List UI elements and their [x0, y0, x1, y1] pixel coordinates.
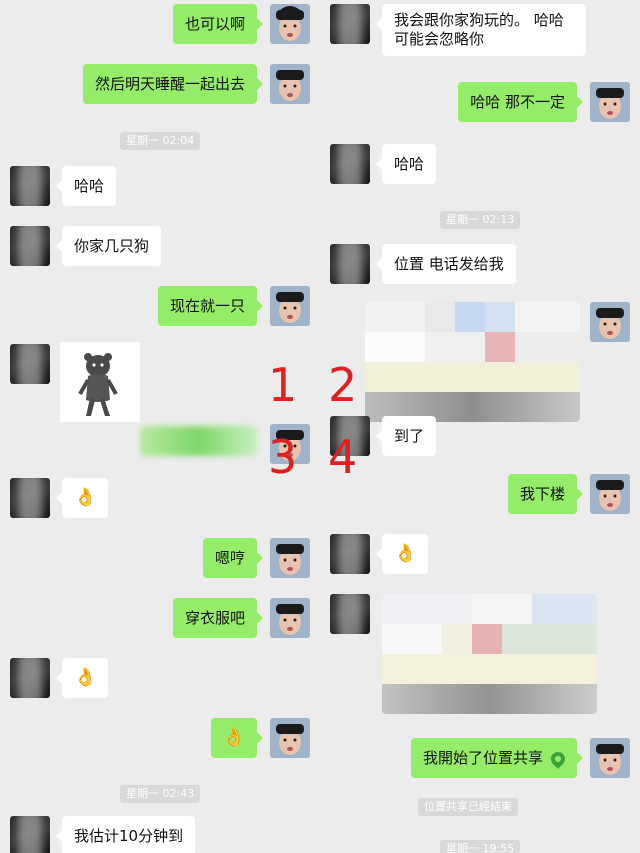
my-avatar[interactable]: [270, 718, 310, 758]
timestamp: 星期一 02:43: [120, 785, 201, 803]
contact-avatar[interactable]: [10, 658, 50, 698]
location-share-label: 我開始了位置共享: [422, 749, 543, 767]
location-share-bubble[interactable]: 我開始了位置共享: [410, 738, 584, 778]
outgoing-message-bubble[interactable]: 然后明天睡醒一起出去: [82, 64, 264, 104]
overlay-number: 4: [328, 430, 358, 484]
face-avatar-icon: [270, 64, 310, 104]
face-avatar-icon: [590, 82, 630, 122]
my-avatar[interactable]: [270, 64, 310, 104]
my-avatar[interactable]: [590, 302, 630, 342]
map-tile: [485, 332, 515, 362]
map-tile: [515, 302, 580, 332]
left-chat-panel: 也可以啊 然后明天睡醒一起出去 星期一 02:04 哈哈 你家几只狗 现在就一只: [0, 0, 320, 853]
outgoing-message-bubble[interactable]: 现在就一只: [157, 286, 264, 326]
face-avatar-icon: [270, 538, 310, 578]
incoming-message-bubble[interactable]: 👌: [55, 658, 109, 698]
incoming-message-bubble[interactable]: 👌: [375, 534, 429, 574]
my-avatar[interactable]: [270, 286, 310, 326]
map-tile: [425, 332, 485, 362]
outgoing-message-bubble[interactable]: 👌: [210, 718, 264, 758]
map-address-bar: [382, 684, 597, 714]
system-notice: 位置共享已經結束: [418, 798, 518, 816]
face-avatar-icon: [590, 302, 630, 342]
map-tile: [425, 302, 455, 332]
my-avatar[interactable]: [270, 4, 310, 44]
map-tile: [442, 624, 472, 654]
incoming-message-bubble[interactable]: 我会跟你家狗玩的。 哈哈可能会忽略你: [376, 4, 586, 56]
contact-avatar[interactable]: [330, 594, 370, 634]
outgoing-message-bubble[interactable]: 穿衣服吧: [172, 598, 264, 638]
contact-avatar[interactable]: [10, 166, 50, 206]
my-avatar[interactable]: [590, 474, 630, 514]
outgoing-message-bubble[interactable]: 哈哈 那不一定: [458, 82, 583, 122]
map-tile: [382, 654, 597, 684]
face-avatar-icon: [590, 738, 630, 778]
contact-avatar[interactable]: [330, 144, 370, 184]
my-avatar[interactable]: [590, 82, 630, 122]
contact-avatar[interactable]: [10, 478, 50, 518]
map-tile: [365, 332, 425, 362]
contact-avatar[interactable]: [10, 816, 50, 853]
redacted-outgoing-bubble: [140, 426, 258, 456]
map-tile: [455, 302, 485, 332]
overlay-number: 3: [268, 430, 298, 484]
map-tile: [382, 594, 472, 624]
map-tile: [365, 362, 580, 392]
map-tile: [472, 624, 502, 654]
outgoing-message-bubble[interactable]: 也可以啊: [172, 4, 264, 44]
location-pin-icon: [548, 748, 568, 769]
face-avatar-icon: [270, 598, 310, 638]
incoming-message-bubble[interactable]: 位置 电话发给我: [376, 244, 516, 284]
contact-avatar[interactable]: [330, 534, 370, 574]
contact-avatar[interactable]: [10, 226, 50, 266]
incoming-message-bubble[interactable]: 哈哈: [375, 144, 437, 184]
contact-avatar[interactable]: [330, 244, 370, 284]
face-avatar-icon: [590, 474, 630, 514]
incoming-message-bubble[interactable]: 哈哈: [55, 166, 117, 206]
map-tile: [485, 302, 515, 332]
outgoing-message-bubble[interactable]: 嗯哼: [202, 538, 264, 578]
contact-avatar[interactable]: [330, 4, 370, 44]
incoming-message-bubble[interactable]: 你家几只狗: [55, 226, 162, 266]
right-chat-panel: 我会跟你家狗玩的。 哈哈可能会忽略你 哈哈 那不一定 哈哈 星期一 02:13 …: [320, 0, 640, 853]
my-avatar[interactable]: [270, 598, 310, 638]
map-tile: [382, 624, 442, 654]
incoming-message-bubble[interactable]: 👌: [55, 478, 109, 518]
timestamp: 星期一 19:55: [440, 840, 521, 853]
my-avatar[interactable]: [590, 738, 630, 778]
timestamp: 星期一 02:13: [440, 211, 521, 229]
location-map-message[interactable]: [365, 302, 580, 422]
cartoon-creature-sticker-icon: [78, 353, 118, 416]
face-avatar-icon: [270, 4, 310, 44]
outgoing-message-bubble[interactable]: 我下楼: [507, 474, 584, 514]
map-tile: [472, 594, 532, 624]
contact-avatar[interactable]: [10, 344, 50, 384]
map-tile: [532, 594, 597, 624]
face-avatar-icon: [270, 286, 310, 326]
incoming-message-bubble[interactable]: 我估计10分钟到: [55, 816, 196, 853]
location-map-message[interactable]: [382, 594, 597, 714]
face-avatar-icon: [270, 718, 310, 758]
overlay-number: 2: [328, 358, 358, 412]
timestamp: 星期一 02:04: [120, 132, 201, 150]
my-avatar[interactable]: [270, 538, 310, 578]
map-tile: [515, 332, 580, 362]
overlay-number: 1: [268, 358, 298, 412]
map-tile: [365, 302, 425, 332]
sticker-message[interactable]: [60, 342, 140, 422]
incoming-message-bubble[interactable]: 到了: [375, 416, 437, 456]
map-tile: [502, 624, 597, 654]
